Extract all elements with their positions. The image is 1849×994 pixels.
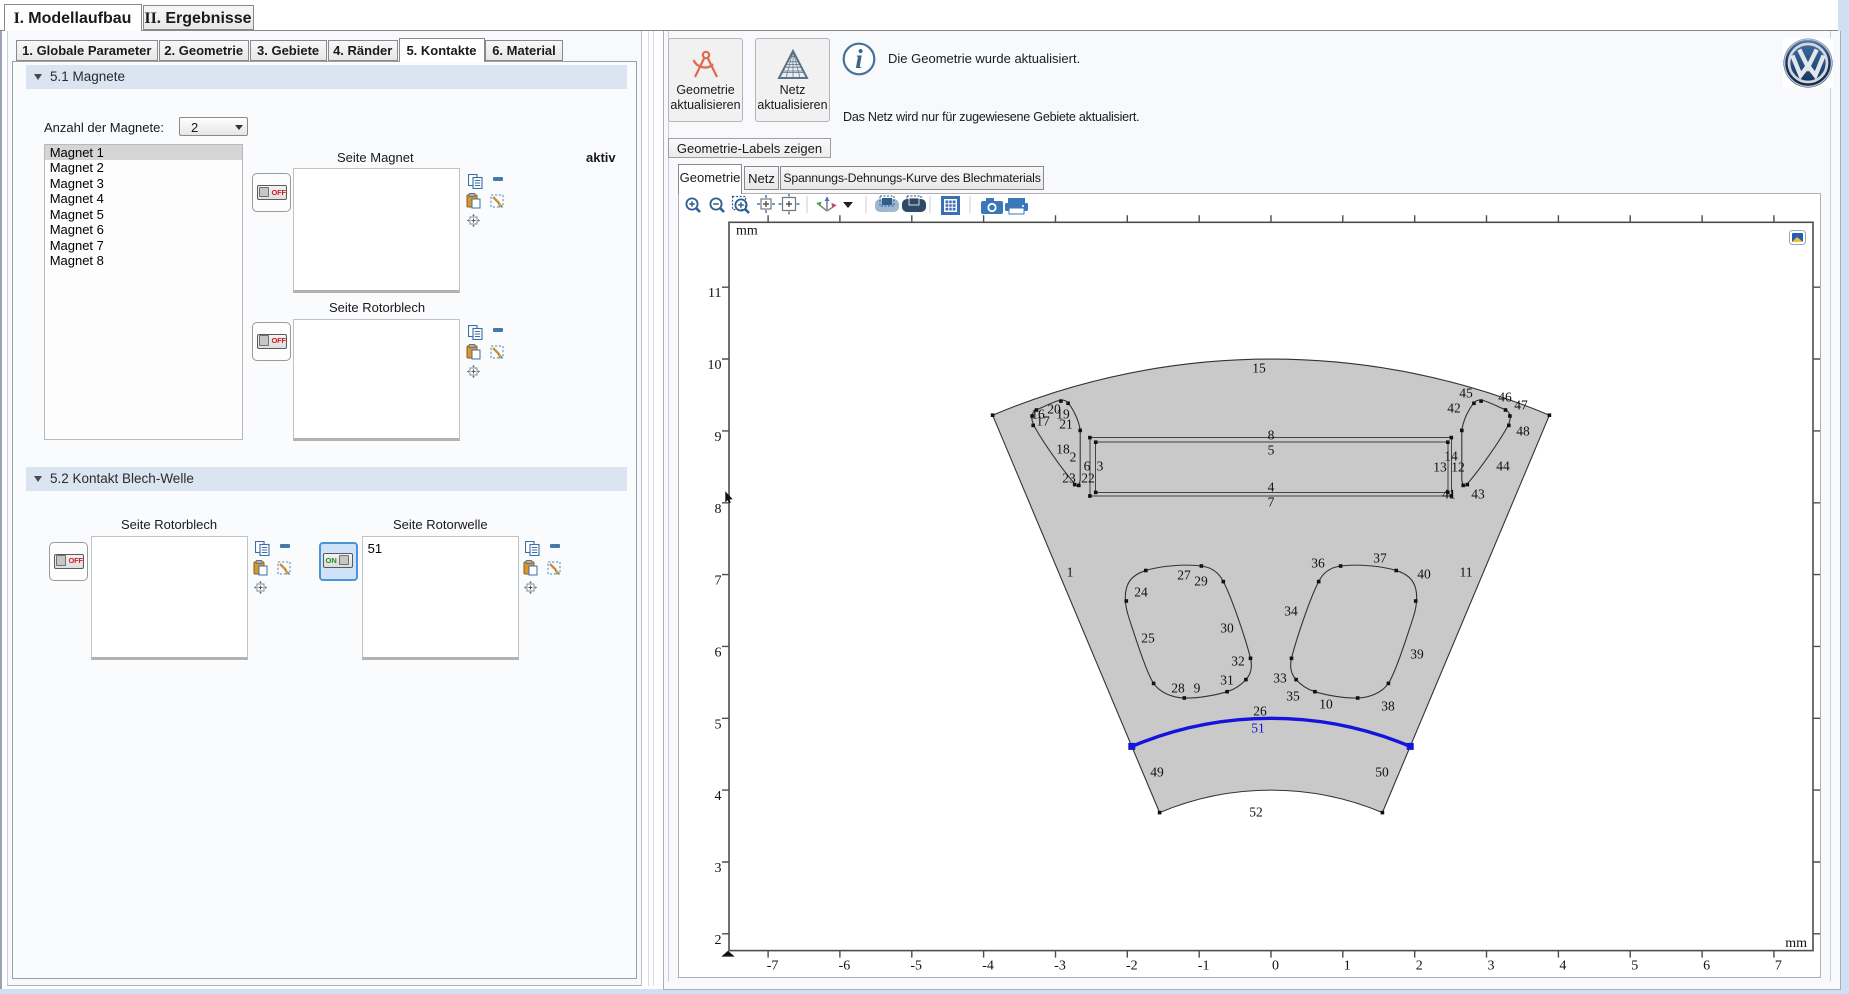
svg-text:2: 2 <box>715 933 722 948</box>
svg-text:9: 9 <box>715 430 722 445</box>
svg-text:7: 7 <box>1268 495 1275 510</box>
svg-text:9: 9 <box>1194 681 1201 696</box>
svg-text:39: 39 <box>1410 647 1424 662</box>
svg-text:7: 7 <box>1775 959 1782 974</box>
svg-text:33: 33 <box>1273 671 1287 686</box>
svg-text:mm: mm <box>736 224 758 239</box>
svg-text:1: 1 <box>1067 565 1074 580</box>
svg-text:28: 28 <box>1171 681 1185 696</box>
svg-text:38: 38 <box>1381 699 1395 714</box>
svg-text:40: 40 <box>1417 567 1431 582</box>
svg-text:45: 45 <box>1459 386 1473 401</box>
svg-text:3: 3 <box>1488 959 1495 974</box>
svg-text:23: 23 <box>1062 471 1076 486</box>
svg-text:3: 3 <box>1097 459 1104 474</box>
svg-text:30: 30 <box>1220 621 1234 636</box>
svg-text:-5: -5 <box>910 959 922 974</box>
svg-text:14: 14 <box>1444 449 1458 464</box>
svg-text:46: 46 <box>1498 390 1512 405</box>
svg-text:36: 36 <box>1311 556 1325 571</box>
svg-text:6: 6 <box>1703 959 1710 974</box>
svg-text:26: 26 <box>1253 704 1267 719</box>
svg-text:17: 17 <box>1036 414 1050 429</box>
svg-text:34: 34 <box>1284 604 1298 619</box>
svg-text:42: 42 <box>1447 401 1461 416</box>
svg-text:49: 49 <box>1150 765 1164 780</box>
svg-text:21: 21 <box>1059 417 1073 432</box>
svg-text:48: 48 <box>1516 424 1530 439</box>
svg-text:5: 5 <box>1268 443 1275 458</box>
svg-text:4: 4 <box>715 789 722 804</box>
svg-text:25: 25 <box>1141 631 1155 646</box>
svg-text:11: 11 <box>1460 565 1473 580</box>
svg-text:44: 44 <box>1496 459 1510 474</box>
svg-text:5: 5 <box>715 717 722 732</box>
svg-text:4: 4 <box>1559 959 1566 974</box>
svg-text:-2: -2 <box>1126 959 1138 974</box>
svg-text:8: 8 <box>715 502 722 517</box>
svg-text:0: 0 <box>1272 959 1279 974</box>
svg-text:-7: -7 <box>767 959 779 974</box>
svg-text:-4: -4 <box>982 959 994 974</box>
svg-text:8: 8 <box>1268 428 1275 443</box>
svg-text:43: 43 <box>1471 487 1485 502</box>
svg-text:1: 1 <box>1344 959 1351 974</box>
svg-text:3: 3 <box>715 861 722 876</box>
svg-text:35: 35 <box>1286 689 1300 704</box>
svg-text:4: 4 <box>1268 480 1275 495</box>
svg-text:11: 11 <box>708 286 721 301</box>
svg-text:52: 52 <box>1249 805 1263 820</box>
svg-text:2: 2 <box>1416 959 1423 974</box>
svg-text:37: 37 <box>1373 551 1387 566</box>
svg-text:2: 2 <box>1070 450 1077 465</box>
svg-text:15: 15 <box>1252 361 1266 376</box>
svg-text:47: 47 <box>1514 398 1528 413</box>
svg-text:18: 18 <box>1056 442 1070 457</box>
svg-text:41: 41 <box>1442 487 1456 502</box>
svg-text:32: 32 <box>1231 654 1245 669</box>
svg-text:i: i <box>855 44 863 74</box>
svg-text:29: 29 <box>1194 574 1208 589</box>
svg-text:-6: -6 <box>839 959 851 974</box>
svg-text:mm: mm <box>1785 936 1807 951</box>
svg-text:5: 5 <box>1631 959 1638 974</box>
svg-text:7: 7 <box>715 574 722 589</box>
svg-text:51: 51 <box>1251 721 1265 736</box>
svg-text:6: 6 <box>715 645 722 660</box>
svg-text:22: 22 <box>1081 471 1095 486</box>
svg-text:50: 50 <box>1375 765 1389 780</box>
svg-text:-1: -1 <box>1198 959 1210 974</box>
svg-text:-3: -3 <box>1054 959 1066 974</box>
svg-text:31: 31 <box>1220 673 1234 688</box>
svg-text:27: 27 <box>1177 568 1191 583</box>
svg-text:10: 10 <box>708 358 722 373</box>
svg-text:10: 10 <box>1319 697 1333 712</box>
svg-text:24: 24 <box>1134 585 1148 600</box>
